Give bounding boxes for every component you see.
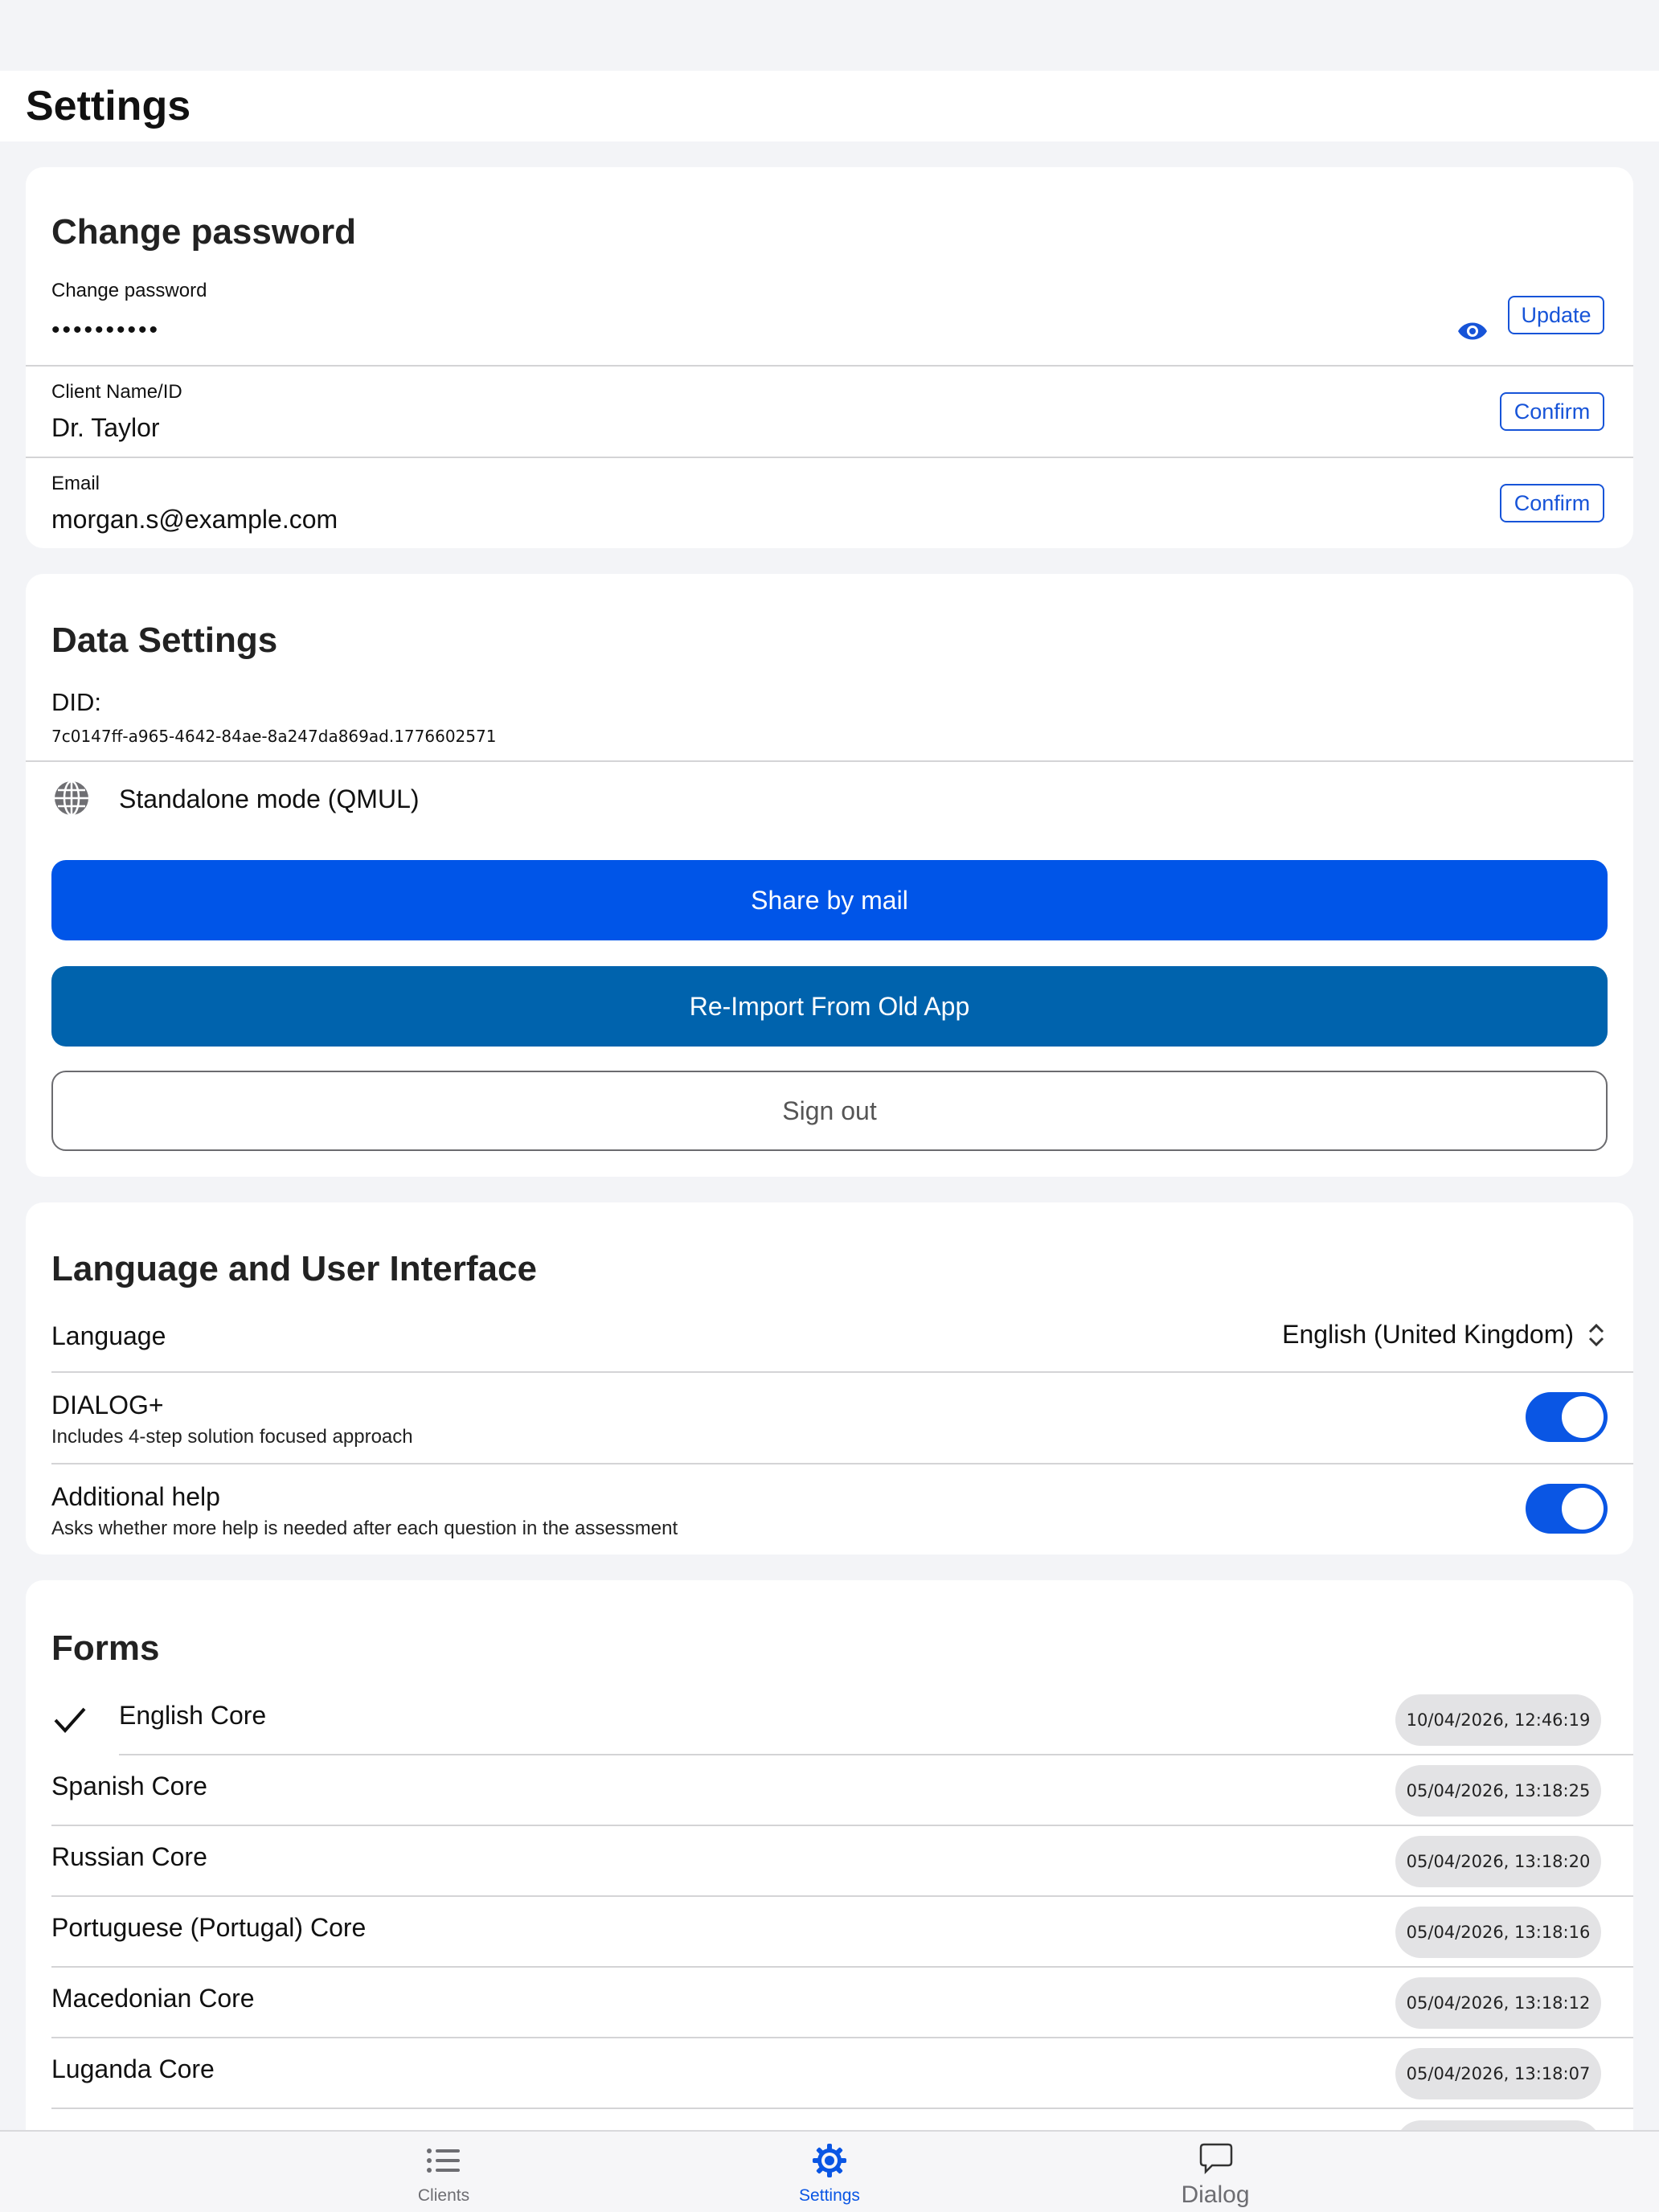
tab-label: Dialog <box>1181 2181 1250 2208</box>
toggle-knob <box>1562 1396 1604 1438</box>
language-label: Language <box>51 1321 166 1350</box>
divider <box>26 365 1633 367</box>
language-ui-title: Language and User Interface <box>51 1249 537 1288</box>
data-settings-title: Data Settings <box>51 621 278 660</box>
form-row-russian-core[interactable]: Russian Core 05/04/2026, 13:18:20 <box>26 1826 1633 1897</box>
chat-bubble-icon <box>1199 2141 1233 2175</box>
gear-icon <box>812 2143 847 2178</box>
confirm-email-button[interactable]: Confirm <box>1500 484 1604 522</box>
client-name-label: Client Name/ID <box>51 381 182 403</box>
tab-label: Clients <box>417 2186 470 2205</box>
dialog-plus-label: DIALOG+ <box>51 1391 164 1419</box>
update-password-button[interactable]: Update <box>1508 296 1604 334</box>
additional-help-toggle[interactable] <box>1526 1484 1608 1534</box>
password-field[interactable]: •••••••••• <box>51 317 160 344</box>
form-name: Portuguese (Portugal) Core <box>51 1913 367 1942</box>
language-ui-card: Language and User Interface Language Eng… <box>26 1202 1633 1555</box>
email-field[interactable]: morgan.s@example.com <box>51 505 338 535</box>
tab-dialog[interactable]: Dialog <box>1095 2132 1336 2212</box>
tab-bar: Clients Settings Dialog <box>0 2130 1659 2212</box>
form-row-portuguese-core[interactable]: Portuguese (Portugal) Core 05/04/2026, 1… <box>26 1897 1633 1968</box>
divider <box>26 457 1633 458</box>
chevron-up-down-icon <box>1587 1322 1606 1348</box>
form-row-spanish-core[interactable]: Spanish Core 05/04/2026, 13:18:25 <box>26 1755 1633 1826</box>
globe-icon <box>53 780 90 817</box>
form-date-badge: 05/04/2026, 13:18:12 <box>1395 1977 1601 2029</box>
reimport-button[interactable]: Re-Import From Old App <box>51 966 1608 1047</box>
page-title: Settings <box>26 83 191 129</box>
toggle-knob <box>1562 1488 1604 1530</box>
change-password-card: Change password Change password ••••••••… <box>26 167 1633 548</box>
data-settings-card: Data Settings DID: 7c0147ff-a965-4642-84… <box>26 574 1633 1177</box>
standalone-mode-label: Standalone mode (QMUL) <box>119 784 420 813</box>
email-label: Email <box>51 473 100 494</box>
form-date-badge: 05/04/2026, 13:18:07 <box>1395 2048 1601 2099</box>
additional-help-label: Additional help <box>51 1482 220 1511</box>
page-header: Settings <box>0 71 1659 141</box>
form-date-badge: 05/04/2026, 13:18:16 <box>1395 1907 1601 1958</box>
form-row-english-core[interactable]: English Core 10/04/2026, 12:46:19 <box>26 1685 1633 1755</box>
form-date-badge: 05/04/2026, 13:18:20 <box>1395 1836 1601 1887</box>
confirm-client-button[interactable]: Confirm <box>1500 392 1604 431</box>
divider <box>51 1463 1633 1464</box>
change-password-title: Change password <box>51 212 356 252</box>
divider <box>26 760 1633 762</box>
language-value: English (United Kingdom) <box>1282 1320 1574 1349</box>
form-name: Spanish Core <box>51 1772 207 1800</box>
did-label: DID: <box>51 688 101 716</box>
forms-card: Forms English Core 10/04/2026, 12:46:19 … <box>26 1580 1633 2175</box>
sign-out-button[interactable]: Sign out <box>51 1071 1608 1151</box>
dialog-plus-toggle[interactable] <box>1526 1392 1608 1442</box>
form-name: English Core <box>119 1701 267 1730</box>
checkmark-icon <box>53 1706 87 1735</box>
dialog-plus-description: Includes 4-step solution focused approac… <box>51 1426 413 1448</box>
list-icon <box>426 2146 461 2175</box>
form-date-badge: 10/04/2026, 12:46:19 <box>1395 1694 1601 1746</box>
language-select[interactable]: English (United Kingdom) <box>1282 1320 1606 1350</box>
client-name-field[interactable]: Dr. Taylor <box>51 413 160 443</box>
additional-help-description: Asks whether more help is needed after e… <box>51 1518 678 1539</box>
form-name: Macedonian Core <box>51 1984 255 2013</box>
tab-label: Settings <box>799 2186 860 2205</box>
form-row-luganda-core[interactable]: Luganda Core 05/04/2026, 13:18:07 <box>26 2038 1633 2109</box>
did-value: 7c0147ff-a965-4642-84ae-8a247da869ad.177… <box>51 727 497 746</box>
tab-clients[interactable]: Clients <box>323 2132 564 2212</box>
password-label: Change password <box>51 280 207 301</box>
form-date-badge: 05/04/2026, 13:18:25 <box>1395 1765 1601 1817</box>
share-by-mail-button[interactable]: Share by mail <box>51 860 1608 940</box>
show-password-eye-icon[interactable] <box>1456 315 1489 347</box>
tab-settings[interactable]: Settings <box>709 2132 950 2212</box>
divider <box>51 1371 1633 1373</box>
form-name: Russian Core <box>51 1842 207 1871</box>
forms-title: Forms <box>51 1628 160 1668</box>
form-name: Luganda Core <box>51 2054 215 2083</box>
form-row-macedonian-core[interactable]: Macedonian Core 05/04/2026, 13:18:12 <box>26 1968 1633 2038</box>
